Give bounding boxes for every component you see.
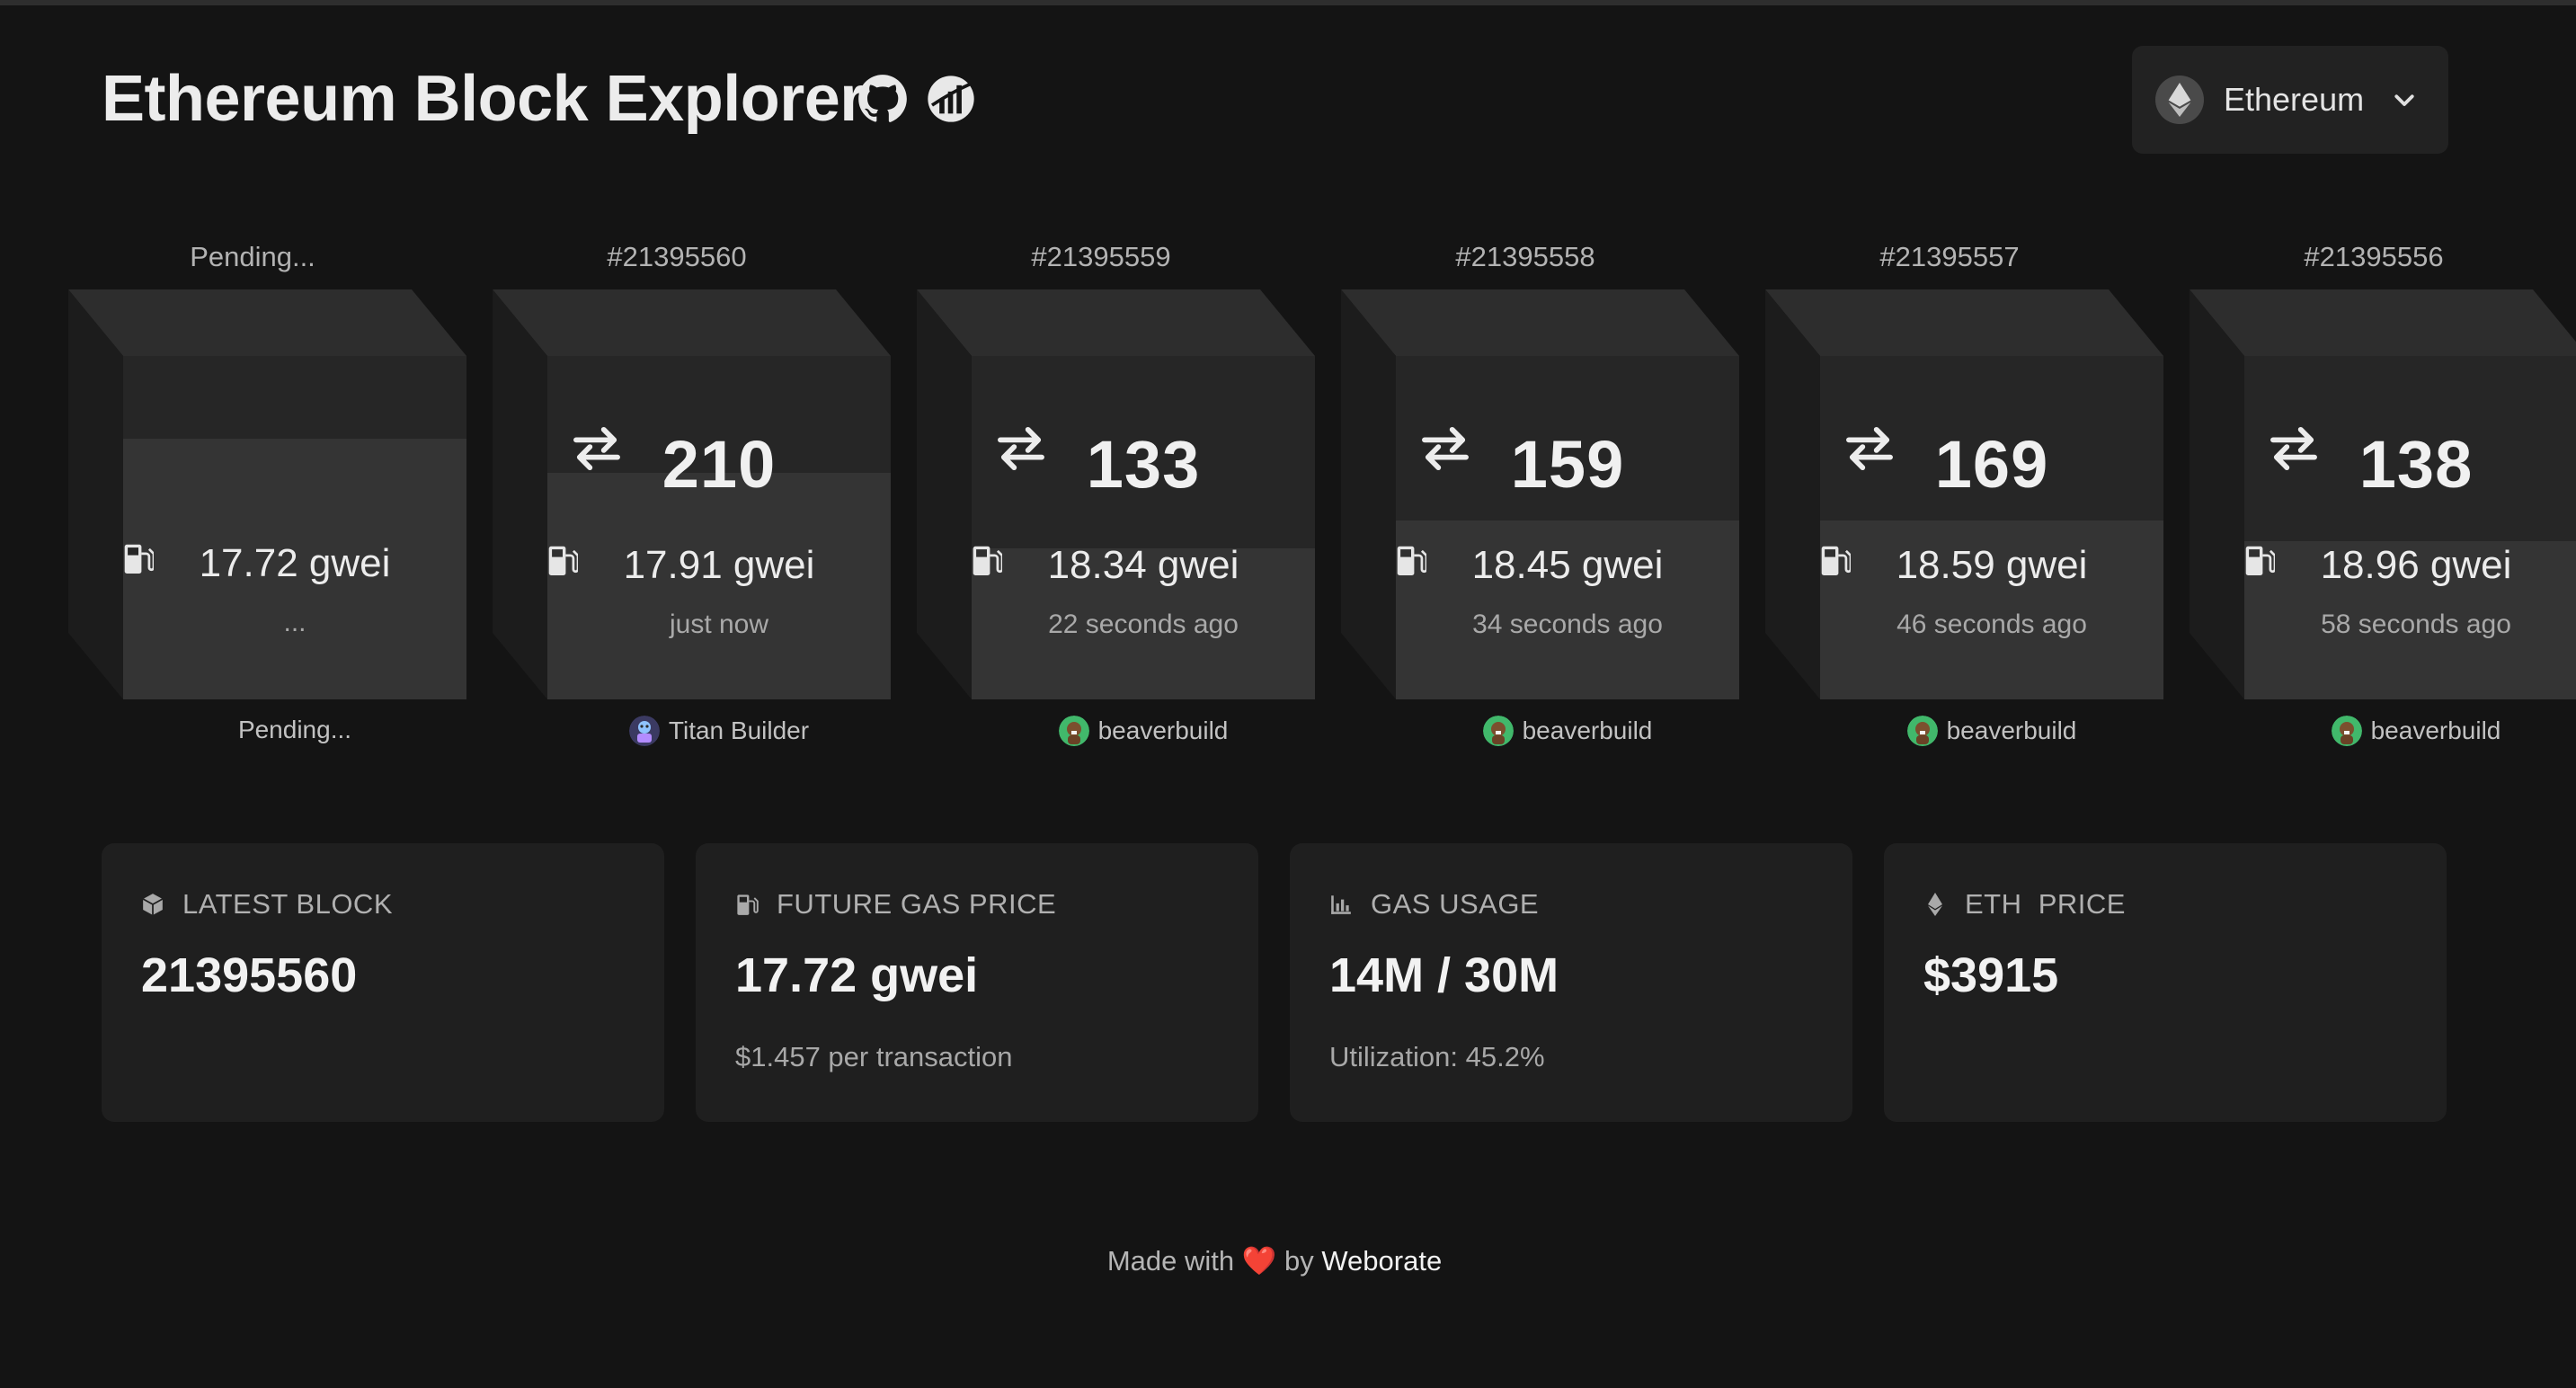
block-column[interactable]: #21395556 138 18.96 gwei 58 seconds ago … <box>2190 234 2576 755</box>
gas-price: 18.45 gwei <box>1471 543 1664 587</box>
block-column[interactable]: Pending... 17.72 gwei ... Pending... <box>68 234 493 755</box>
titan-builder-avatar <box>628 716 660 746</box>
footer: Made with ❤️ by Weborate <box>0 1244 2549 1277</box>
top-border <box>0 0 2576 5</box>
block-time: 22 seconds ago <box>1048 609 1239 639</box>
block-builder: Pending... <box>68 716 521 744</box>
cube-icon <box>142 894 164 915</box>
gas-pump-icon <box>1397 546 1426 575</box>
block-builder: beaverbuild <box>1341 716 1794 746</box>
future-gas-subtext: $1.457 per transaction <box>735 1041 1013 1072</box>
swap-arrows-icon <box>2270 426 2317 471</box>
future-gas-card: FUTURE GAS PRICE 17.72 gwei $1.457 per t… <box>696 843 1258 1122</box>
tx-count: 169 <box>1934 427 2049 502</box>
block-number: Pending... <box>190 241 315 272</box>
block-time: 34 seconds ago <box>1472 609 1663 639</box>
builder-name: beaverbuild <box>1097 716 1229 744</box>
block-column[interactable]: #21395560 210 17.91 gwei just now Titan … <box>493 234 917 755</box>
block-cube[interactable]: 159 18.45 gwei 34 seconds ago <box>1341 289 1765 703</box>
tx-count: 159 <box>1510 427 1625 502</box>
gas-price: 17.72 gwei <box>199 541 391 585</box>
weborate-link[interactable]: Weborate <box>1321 1245 1442 1277</box>
beaverbuild-avatar <box>1906 716 1938 746</box>
gas-pump-icon <box>737 894 759 915</box>
block-number: #21395560 <box>607 241 747 272</box>
block-builder: beaverbuild <box>917 716 1370 746</box>
swap-arrows-icon <box>998 426 1044 471</box>
latest-block-value: 21395560 <box>141 948 358 1002</box>
gas-usage-card: GAS USAGE 14M / 30M Utilization: 45.2% <box>1290 843 1852 1122</box>
block-number: #21395558 <box>1455 241 1595 272</box>
card-label: LATEST BLOCK <box>182 888 393 920</box>
latest-block-card: LATEST BLOCK 21395560 <box>102 843 664 1122</box>
gas-pump-icon <box>973 546 1002 575</box>
eth-price-value: $3915 <box>1923 948 2059 1002</box>
network-select[interactable]: Ethereum <box>2132 46 2448 154</box>
block-cube[interactable]: 169 18.59 gwei 46 seconds ago <box>1765 289 2190 703</box>
block-cube[interactable]: 17.72 gwei ... <box>68 289 493 703</box>
swap-arrows-icon <box>1846 426 1893 471</box>
block-number: #21395556 <box>2304 241 2444 272</box>
beaverbuild-avatar <box>1058 716 1089 746</box>
heart-icon: ❤️ <box>1241 1245 1277 1277</box>
gas-pump-icon <box>548 546 578 575</box>
swap-arrows-icon <box>573 426 620 471</box>
builder-name: Pending... <box>237 716 352 743</box>
block-number: #21395557 <box>1879 241 2020 272</box>
block-cube[interactable]: 133 18.34 gwei 22 seconds ago <box>917 289 1341 703</box>
tx-count: 133 <box>1086 427 1201 502</box>
page-title: Ethereum Block Explorer <box>102 63 865 135</box>
footer-by: by <box>1284 1245 1314 1277</box>
footer-prefix: Made with <box>1106 1245 1235 1277</box>
block-builder: beaverbuild <box>2190 716 2576 746</box>
ethereum-icon <box>2155 76 2204 124</box>
block-time: ... <box>283 608 306 637</box>
block-builder: Titan Builder <box>493 716 946 746</box>
block-cube[interactable]: 138 18.96 gwei 58 seconds ago <box>2190 289 2576 703</box>
ethereum-icon <box>1928 893 1942 916</box>
builder-name: beaverbuild <box>1946 716 2077 744</box>
gas-price: 18.34 gwei <box>1047 543 1239 587</box>
gas-price: 18.59 gwei <box>1896 543 2088 587</box>
gas-pump-icon <box>124 544 154 574</box>
github-icon[interactable] <box>857 74 908 124</box>
gas-pump-icon <box>1821 546 1851 575</box>
beaverbuild-avatar <box>1482 716 1514 746</box>
network-label: Ethereum <box>2224 81 2365 118</box>
block-builder: beaverbuild <box>1765 716 2218 746</box>
tx-count: 210 <box>662 427 777 502</box>
gas-pump-icon <box>2245 546 2275 575</box>
card-label: FUTURE GAS PRICE <box>777 888 1057 920</box>
block-cube[interactable]: 210 17.91 gwei just now <box>493 289 917 703</box>
block-time: just now <box>669 609 769 639</box>
bar-chart-icon <box>1331 895 1351 914</box>
beaverbuild-avatar <box>2331 716 2362 746</box>
block-time: 46 seconds ago <box>1896 609 2087 639</box>
card-label: ETH PRICE <box>1965 888 2126 920</box>
future-gas-value: 17.72 gwei <box>735 948 979 1002</box>
block-column[interactable]: #21395559 133 18.34 gwei 22 seconds ago … <box>917 234 1341 755</box>
eth-price-card: ETH PRICE $3915 <box>1884 843 2447 1122</box>
chevron-down-icon <box>2394 94 2414 106</box>
gas-price: 17.91 gwei <box>623 543 815 587</box>
block-strip: Pending... 17.72 gwei ... Pending... #21… <box>0 234 2576 755</box>
gas-usage-value: 14M / 30M <box>1329 948 1559 1002</box>
block-column[interactable]: #21395558 159 18.45 gwei 34 seconds ago … <box>1341 234 1765 755</box>
builder-name: beaverbuild <box>1522 716 1653 744</box>
tx-count: 138 <box>2358 427 2474 502</box>
gas-price: 18.96 gwei <box>2320 543 2512 587</box>
block-time: 58 seconds ago <box>2321 609 2511 639</box>
ultrasound-icon[interactable] <box>926 74 976 124</box>
builder-name: Titan Builder <box>668 716 810 744</box>
block-column[interactable]: #21395557 169 18.59 gwei 46 seconds ago … <box>1765 234 2190 755</box>
swap-arrows-icon <box>1422 426 1469 471</box>
block-number: #21395559 <box>1031 241 1171 272</box>
builder-name: beaverbuild <box>2370 716 2501 744</box>
gas-usage-subtext: Utilization: 45.2% <box>1329 1041 1545 1072</box>
card-label: GAS USAGE <box>1371 888 1540 920</box>
